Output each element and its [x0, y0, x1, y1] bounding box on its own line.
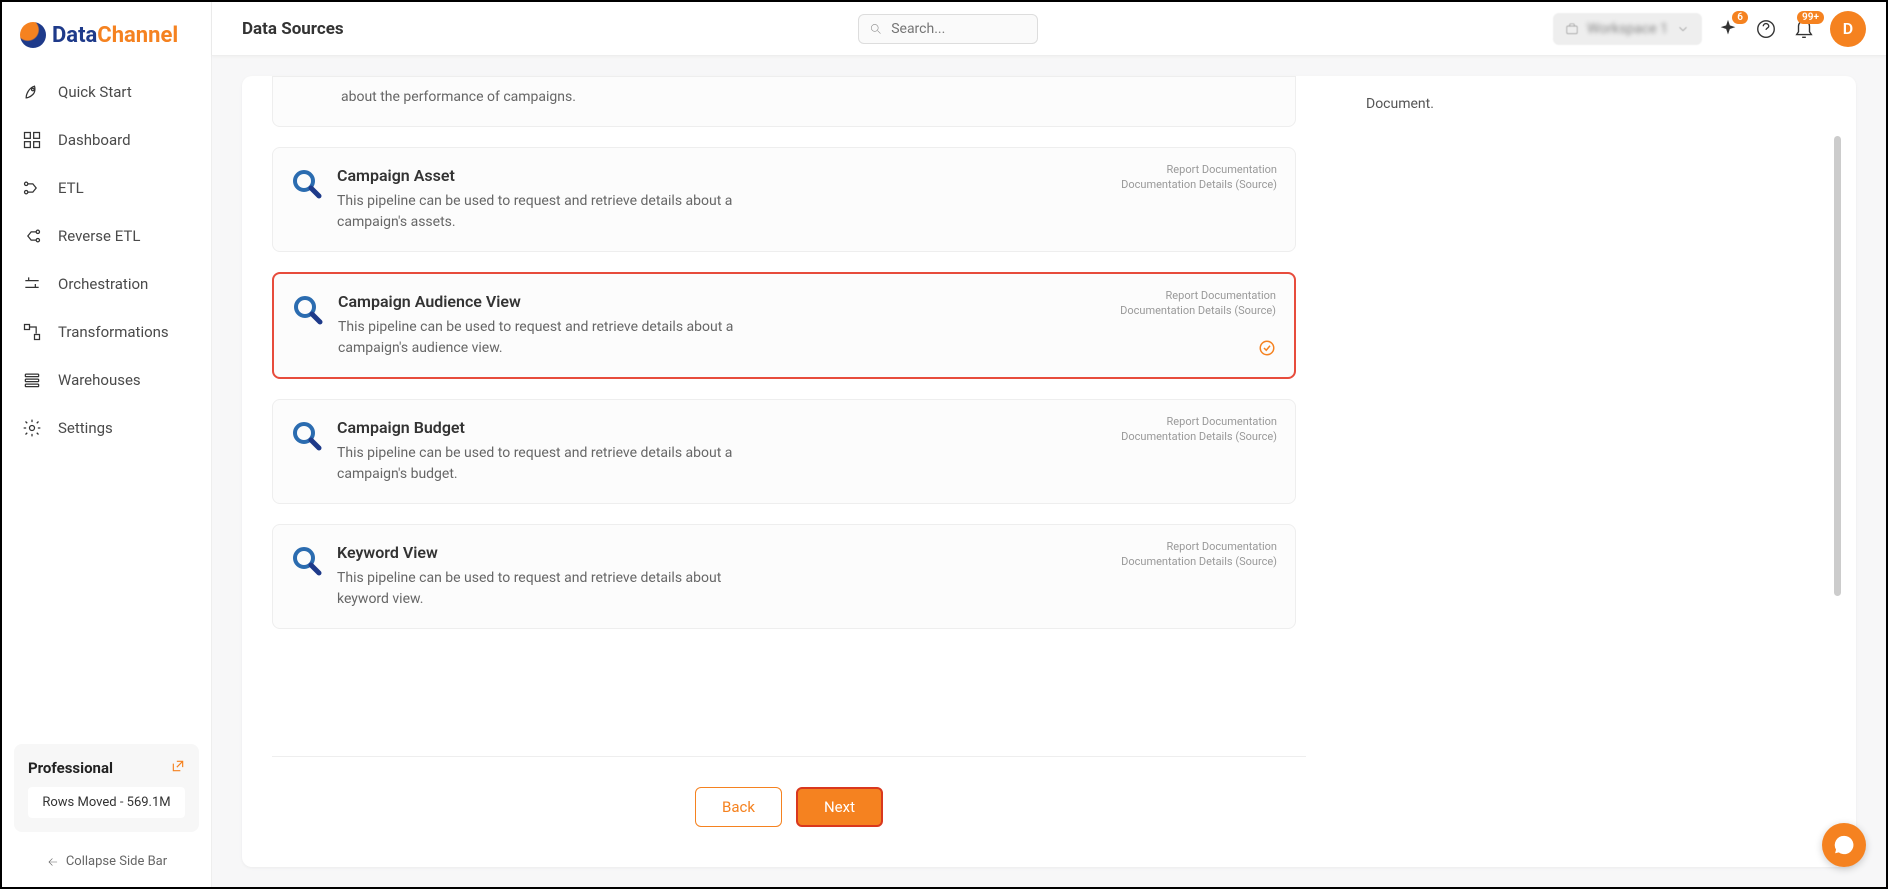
sidebar-item-transformations[interactable]: Transformations: [10, 308, 203, 356]
sidebar-item-reverse-etl[interactable]: Reverse ETL: [10, 212, 203, 260]
report-doc-link[interactable]: Report Documentation: [1121, 414, 1277, 429]
sidebar-item-label: Settings: [58, 419, 113, 437]
ai-badge: 6: [1732, 11, 1748, 24]
magnifier-icon: [291, 420, 323, 452]
logo[interactable]: DataChannel: [2, 12, 211, 68]
workspace-selector[interactable]: Workspace 1: [1553, 13, 1702, 45]
nav: Quick Start Dashboard ETL Reverse ETL Or…: [2, 68, 211, 744]
ai-sparkle-button[interactable]: 6: [1716, 17, 1740, 41]
pipeline-card-campaign-budget[interactable]: Campaign Budget This pipeline can be use…: [272, 399, 1296, 504]
report-doc-link[interactable]: Report Documentation: [1120, 288, 1276, 303]
card-desc: This pipeline can be used to request and…: [337, 443, 757, 485]
card-desc: This pipeline can be used to request and…: [337, 568, 757, 610]
pipeline-card-keyword-view[interactable]: Keyword View This pipeline can be used t…: [272, 524, 1296, 629]
sidebar-item-label: ETL: [58, 179, 84, 197]
logo-text-1: Data: [52, 23, 97, 48]
notification-badge: 99+: [1797, 11, 1824, 24]
collapse-sidebar-button[interactable]: Collapse Side Bar: [14, 846, 199, 877]
search-icon: [869, 21, 883, 37]
sidebar-item-label: Dashboard: [58, 131, 131, 149]
sidebar-item-label: Transformations: [58, 323, 169, 341]
sidebar: DataChannel Quick Start Dashboard ETL Re…: [2, 2, 212, 887]
collapse-label: Collapse Side Bar: [66, 854, 167, 869]
details-text: Document.: [1366, 96, 1434, 112]
transform-icon: [22, 322, 42, 342]
magnifier-icon: [291, 168, 323, 200]
cards-list[interactable]: about the performance of campaigns. Camp…: [272, 76, 1306, 746]
plan-title: Professional: [28, 759, 113, 777]
search-input[interactable]: [891, 21, 1027, 37]
chevron-down-icon: [1676, 22, 1690, 36]
sidebar-item-settings[interactable]: Settings: [10, 404, 203, 452]
sidebar-item-label: Quick Start: [58, 83, 132, 101]
sidebar-item-etl[interactable]: ETL: [10, 164, 203, 212]
database-icon: [22, 370, 42, 390]
sidebar-item-label: Warehouses: [58, 371, 141, 389]
card-desc: about the performance of campaigns.: [291, 87, 1277, 108]
pipeline-card-campaign-asset[interactable]: Campaign Asset This pipeline can be used…: [272, 147, 1296, 252]
report-doc-link[interactable]: Report Documentation: [1121, 539, 1277, 554]
back-button[interactable]: Back: [695, 787, 782, 827]
page-title: Data Sources: [242, 19, 344, 39]
button-row: Back Next: [272, 756, 1306, 867]
rocket-icon: [22, 82, 42, 102]
logo-icon: [20, 22, 46, 48]
grid-icon: [22, 130, 42, 150]
avatar[interactable]: D: [1830, 11, 1866, 47]
card-desc: This pipeline can be used to request and…: [338, 317, 758, 359]
magnifier-icon: [291, 545, 323, 577]
card-desc: This pipeline can be used to request and…: [337, 191, 757, 233]
pipeline-card-campaign-audience-view[interactable]: Campaign Audience View This pipeline can…: [272, 272, 1296, 379]
topbar: Data Sources Workspace 1 6: [212, 2, 1886, 56]
sidebar-item-label: Orchestration: [58, 275, 148, 293]
sidebar-item-dashboard[interactable]: Dashboard: [10, 116, 203, 164]
report-doc-link[interactable]: Report Documentation: [1121, 162, 1277, 177]
chat-icon: [1833, 834, 1855, 856]
doc-details-link[interactable]: Documentation Details (Source): [1121, 177, 1277, 192]
next-button[interactable]: Next: [796, 787, 883, 827]
doc-details-link[interactable]: Documentation Details (Source): [1120, 303, 1276, 318]
plan-card: Professional Rows Moved - 569.1M: [14, 744, 199, 832]
external-link-icon[interactable]: [171, 758, 185, 777]
logo-text-2: Channel: [97, 23, 178, 48]
pipeline-card-partial[interactable]: about the performance of campaigns.: [272, 76, 1296, 127]
chat-fab[interactable]: [1822, 823, 1866, 867]
sidebar-item-warehouses[interactable]: Warehouses: [10, 356, 203, 404]
check-icon: [1258, 339, 1276, 361]
search-input-wrap[interactable]: [858, 14, 1038, 44]
rows-moved: Rows Moved - 569.1M: [28, 787, 185, 818]
main: Data Sources Workspace 1 6: [212, 2, 1886, 887]
content-panel: about the performance of campaigns. Camp…: [242, 76, 1856, 867]
scrollbar[interactable]: [1834, 136, 1841, 596]
sidebar-item-label: Reverse ETL: [58, 227, 140, 245]
help-button[interactable]: [1754, 17, 1778, 41]
workspace-name: Workspace 1: [1587, 21, 1668, 37]
sidebar-item-quick-start[interactable]: Quick Start: [10, 68, 203, 116]
notification-button[interactable]: 99+: [1792, 17, 1816, 41]
orchestration-icon: [22, 274, 42, 294]
gear-icon: [22, 418, 42, 438]
flow-icon: [22, 178, 42, 198]
reverse-flow-icon: [22, 226, 42, 246]
details-panel: Document.: [1336, 76, 1856, 867]
sidebar-item-orchestration[interactable]: Orchestration: [10, 260, 203, 308]
magnifier-icon: [292, 294, 324, 326]
doc-details-link[interactable]: Documentation Details (Source): [1121, 429, 1277, 444]
doc-details-link[interactable]: Documentation Details (Source): [1121, 554, 1277, 569]
briefcase-icon: [1565, 22, 1579, 36]
